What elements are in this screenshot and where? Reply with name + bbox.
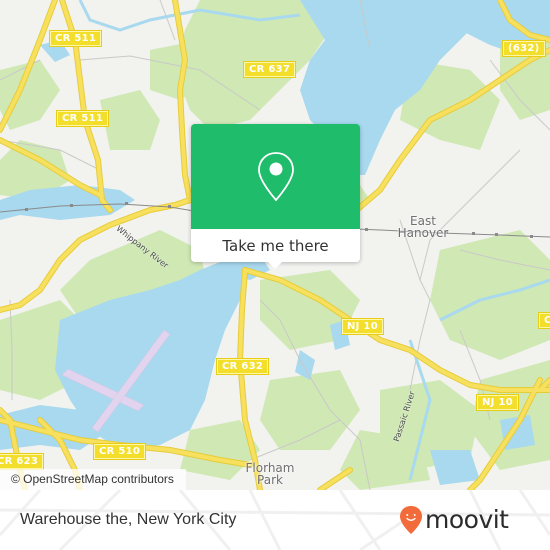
popup-pointer xyxy=(268,262,282,269)
place-label-east-hanover: East Hanover xyxy=(388,215,458,239)
moovit-smiley-pin-icon xyxy=(400,506,422,534)
route-shield-nj10: NJ 10 xyxy=(477,395,518,410)
map-attribution[interactable]: © OpenStreetMap contributors xyxy=(0,469,186,490)
route-shield-cr511: CR 511 xyxy=(57,111,109,126)
route-shield-cr623: CR 623 xyxy=(0,454,44,469)
popup-header xyxy=(191,124,360,229)
place-name: Warehouse the, New York City xyxy=(20,511,237,528)
route-shield-cr511: CR 511 xyxy=(50,31,102,46)
route-shield-nj10: NJ 10 xyxy=(342,319,383,334)
route-shield-632: (632) xyxy=(503,41,545,56)
footer-bar: Warehouse the, New York City moovit xyxy=(0,490,550,550)
take-me-there-button[interactable]: Take me there xyxy=(191,229,360,262)
place-label-line: Park xyxy=(257,473,283,487)
route-shield-cr632: CR 632 xyxy=(217,359,269,374)
take-me-there-popup[interactable]: Take me there xyxy=(191,124,360,269)
moovit-wordmark: moovit xyxy=(425,505,509,534)
route-shield-cr510: CR 510 xyxy=(94,444,146,459)
map-pin-icon xyxy=(257,151,294,201)
place-label-florham-park: Florham Park xyxy=(240,462,300,486)
moovit-logo[interactable]: moovit xyxy=(399,502,509,538)
route-shield-cr637: CR 637 xyxy=(244,62,296,77)
map-view[interactable]: CR 511 CR 511 CR 637 (632) NJ 10 NJ 10 C… xyxy=(0,0,550,490)
route-shield-edge: C xyxy=(539,313,550,328)
place-label-line: Hanover xyxy=(397,226,449,240)
